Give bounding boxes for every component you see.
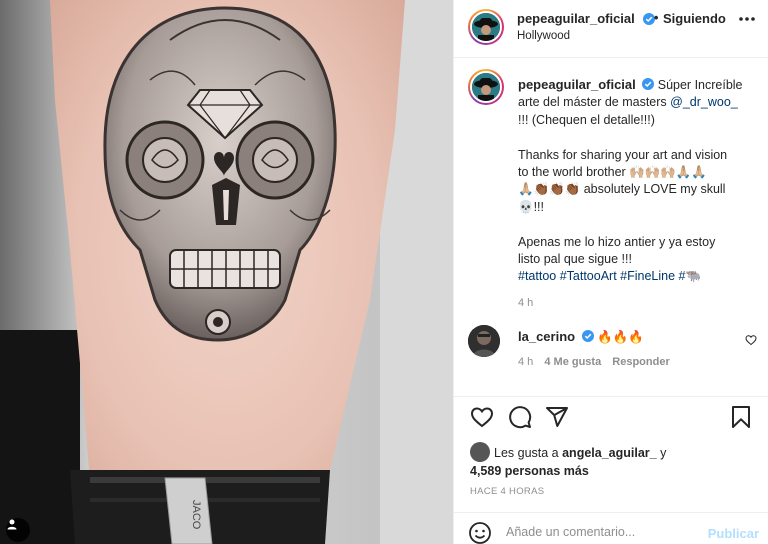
caption-username[interactable]: pepeaguilar_oficial: [518, 77, 636, 92]
caption-line: 💀!!!: [518, 199, 544, 214]
more-options-icon[interactable]: [737, 14, 757, 24]
verified-badge-icon: [581, 330, 594, 342]
author-username[interactable]: pepeaguilar_oficial: [517, 11, 635, 26]
comment-timestamp: 4 h: [518, 356, 534, 368]
author-avatar[interactable]: [468, 9, 504, 45]
commenter-avatar[interactable]: [468, 325, 500, 357]
comment-text: 🔥🔥🔥: [597, 330, 644, 344]
post-caption: pepeaguilar_oficial Súper Increíble arte…: [468, 69, 763, 312]
caption-text: pepeaguilar_oficial Súper Increíble arte…: [518, 69, 763, 312]
post-image[interactable]: JACO: [0, 0, 453, 544]
watch-brand-label: JACO: [190, 500, 202, 530]
tattoo-photo: JACO: [0, 0, 453, 544]
location-link[interactable]: Hollywood: [517, 30, 570, 42]
likes-prefix: Les gusta a: [494, 446, 563, 460]
liker-username[interactable]: angela_aguilar_: [562, 446, 657, 460]
smiley-icon[interactable]: [468, 521, 492, 544]
comment-likes-link[interactable]: 4 Me gusta: [544, 356, 601, 368]
likes-count-link[interactable]: 4,589 personas más: [470, 464, 589, 478]
commenter-avatar-image: [468, 325, 500, 357]
paper-plane-icon[interactable]: [545, 405, 569, 429]
user-tag-icon: [7, 519, 17, 530]
add-comment-bar: Publicar: [454, 512, 768, 544]
caption-line: Thanks for sharing your art and vision: [518, 147, 728, 162]
likes-connector: y: [656, 446, 667, 460]
caption-line: 🙏🏼👏🏾👏🏾👏🏾 absolutely LOVE my skull: [518, 182, 726, 197]
caption-avatar[interactable]: [468, 69, 504, 105]
likes-summary: Les gusta a angela_aguilar_ y 4,589 pers…: [470, 442, 760, 480]
caption-line: to the world brother 🙌🏼🙌🏼🙌🏼🙏🏼🙏🏼: [518, 165, 707, 180]
publish-button[interactable]: Publicar: [708, 526, 759, 541]
bookmark-icon[interactable]: [729, 405, 753, 429]
caption-avatar-image: [472, 73, 500, 101]
caption-line: !!! (Chequen el detalle!!!): [518, 112, 655, 127]
following-button[interactable]: Siguiendo: [663, 11, 726, 26]
tagged-users-button[interactable]: [6, 518, 30, 542]
comment-input[interactable]: [506, 521, 696, 543]
post-header: pepeaguilar_oficial • Siguiendo Hollywoo…: [454, 0, 768, 58]
liker-avatar[interactable]: [470, 442, 490, 462]
hashtag-links[interactable]: #tattoo #TattooArt #FineLine #🐃: [518, 268, 763, 285]
comment-icon[interactable]: [508, 405, 532, 429]
verified-badge-icon: [642, 78, 655, 90]
caption-line: Súper Increíble: [657, 78, 743, 92]
separator-dot: •: [654, 11, 659, 25]
comment-item: la_cerino 🔥🔥🔥 4 h 4 Me gusta Responder: [468, 324, 763, 368]
author-avatar-image: [472, 13, 500, 41]
commenter-username[interactable]: la_cerino: [518, 329, 575, 344]
mention-link[interactable]: @_dr_woo_: [670, 95, 738, 109]
heart-icon[interactable]: [470, 405, 494, 429]
instagram-post: JACO pepeaguilar_oficial • Siguiendo Hol…: [0, 0, 768, 544]
post-timestamp[interactable]: HACE 4 HORAS: [470, 486, 544, 497]
comment-meta: 4 h 4 Me gusta Responder: [518, 356, 763, 368]
caption-line: arte del máster de masters: [518, 95, 671, 110]
post-side-panel: pepeaguilar_oficial • Siguiendo Hollywoo…: [453, 0, 768, 544]
caption-line: Apenas me lo hizo antier y ya estoy: [518, 234, 716, 249]
comment-heart-icon[interactable]: [745, 334, 757, 346]
post-action-bar: [454, 396, 768, 436]
caption-timestamp: 4 h: [518, 296, 534, 309]
comments-list[interactable]: pepeaguilar_oficial Súper Increíble arte…: [454, 59, 768, 395]
caption-line: listo pal que sigue !!!: [518, 252, 632, 267]
reply-button[interactable]: Responder: [612, 356, 669, 368]
comment-line: la_cerino 🔥🔥🔥: [518, 324, 763, 345]
